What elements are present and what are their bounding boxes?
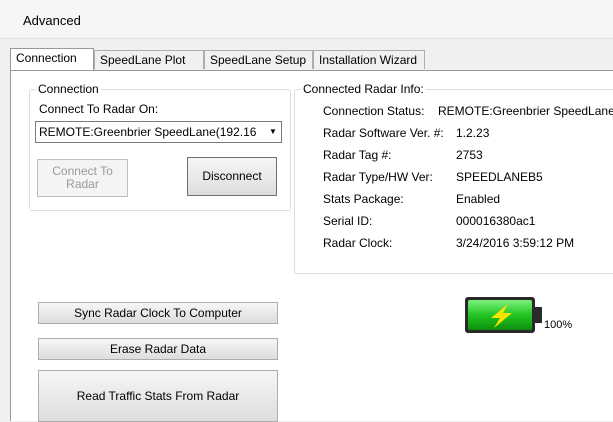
battery-terminal	[535, 307, 542, 323]
radar-tag-value: 2753	[456, 148, 483, 162]
connection-status-label: Connection Status:	[323, 104, 425, 118]
radar-info-group: Connected Radar Info: Connection Status:…	[294, 82, 613, 274]
radar-info-title: Connected Radar Info:	[301, 82, 426, 96]
connect-to-radar-button[interactable]: Connect To Radar	[37, 159, 128, 197]
radar-connection-value: REMOTE:Greenbrier SpeedLane(192.16	[39, 125, 257, 139]
battery-percent: 100%	[544, 319, 573, 331]
tab-speedlane-setup[interactable]: SpeedLane Setup	[204, 50, 313, 69]
tab-installation-wizard[interactable]: Installation Wizard	[313, 50, 425, 69]
chevron-down-icon[interactable]: ▼	[265, 122, 281, 142]
radar-type-label: Radar Type/HW Ver:	[323, 170, 433, 184]
erase-radar-data-button[interactable]: Erase Radar Data	[38, 338, 278, 360]
radar-tag-label: Radar Tag #:	[323, 148, 392, 162]
menu-advanced[interactable]: Advanced	[23, 13, 81, 28]
menu-bar: Advanced	[0, 0, 613, 39]
software-version-value: 1.2.23	[456, 126, 490, 140]
stats-package-value: Enabled	[456, 192, 501, 206]
sync-radar-clock-button[interactable]: Sync Radar Clock To Computer	[38, 302, 278, 324]
radar-connection-dropdown[interactable]: REMOTE:Greenbrier SpeedLane(192.16 ▼	[35, 121, 282, 143]
serial-id-label: Serial ID:	[323, 214, 373, 228]
tab-speedlane-plot[interactable]: SpeedLane Plot	[94, 50, 204, 69]
connection-status-value: REMOTE:Greenbrier SpeedLane	[438, 104, 613, 118]
battery-icon	[464, 295, 544, 338]
tab-strip: Connection SpeedLane Plot SpeedLane Setu…	[10, 48, 613, 70]
connection-group: Connection Connect To Radar On: REMOTE:G…	[29, 82, 291, 211]
tab-connection[interactable]: Connection	[10, 48, 94, 70]
connect-to-radar-label: Connect To Radar On:	[39, 102, 159, 116]
connection-group-title: Connection	[36, 82, 101, 96]
radar-clock-label: Radar Clock:	[323, 236, 393, 250]
stats-package-label: Stats Package:	[323, 192, 404, 206]
radar-type-value: SPEEDLANEB5	[456, 170, 543, 184]
serial-id-value: 000016380ac1	[456, 214, 536, 228]
connection-tab-page: Connection Connect To Radar On: REMOTE:G…	[10, 70, 613, 422]
disconnect-button[interactable]: Disconnect	[187, 157, 277, 196]
read-traffic-stats-button[interactable]: Read Traffic Stats From Radar	[38, 370, 278, 422]
radar-clock-value: 3/24/2016 3:59:12 PM	[456, 236, 575, 250]
software-version-label: Radar Software Ver. #:	[323, 126, 444, 140]
